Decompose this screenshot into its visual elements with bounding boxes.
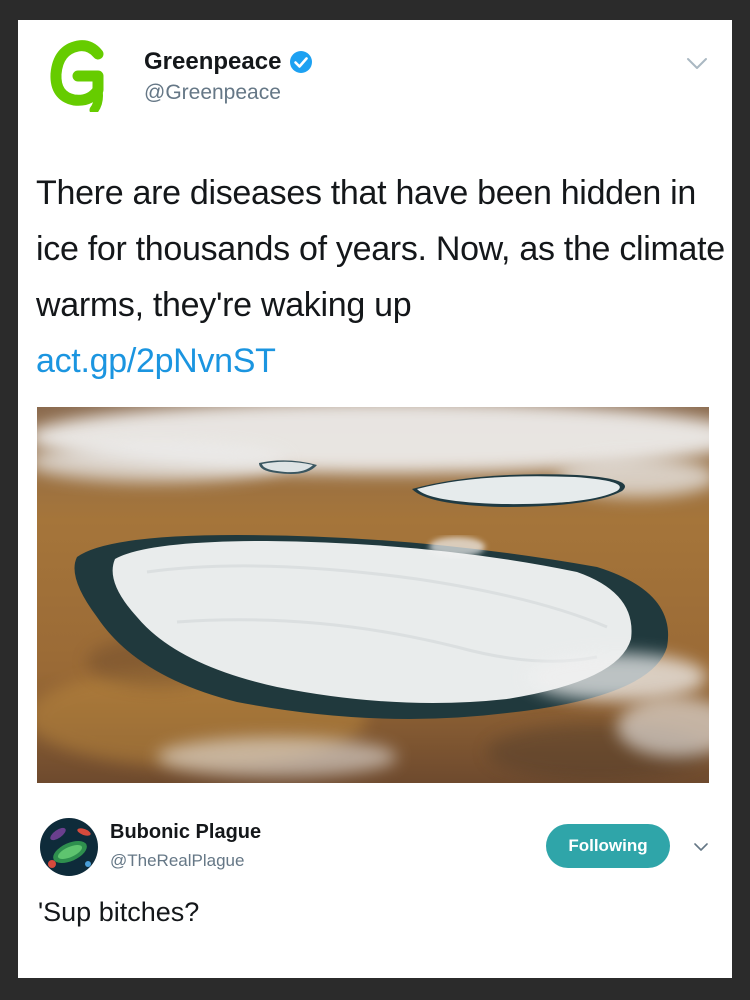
- frozen-lake-aerial-photo[interactable]: [37, 407, 709, 783]
- author-name[interactable]: Greenpeace: [144, 48, 281, 76]
- author-handle[interactable]: @Greenpeace: [144, 81, 281, 105]
- tweet-body: There are diseases that have been hidden…: [36, 174, 725, 324]
- reply-text: 'Sup bitches?: [38, 897, 200, 927]
- following-button[interactable]: Following: [546, 824, 670, 868]
- chevron-down-icon[interactable]: [694, 842, 708, 852]
- tweet-text: There are diseases that have been hidden…: [36, 165, 726, 389]
- verified-badge-icon: [290, 51, 313, 73]
- reply-author-handle[interactable]: @TheRealPlague: [110, 851, 244, 871]
- bubonic-plague-avatar[interactable]: [40, 818, 98, 876]
- tweet-card: Greenpeace @Greenpeace There are disease…: [18, 20, 732, 978]
- author-name-row: Greenpeace: [144, 48, 313, 76]
- tweet-link[interactable]: act.gp/2pNvnST: [36, 333, 726, 389]
- chevron-down-icon[interactable]: [686, 56, 708, 72]
- greenpeace-logo-icon[interactable]: [46, 38, 116, 112]
- bacteria-avatar-icon: [40, 818, 98, 876]
- reply-author-name[interactable]: Bubonic Plague: [110, 821, 261, 844]
